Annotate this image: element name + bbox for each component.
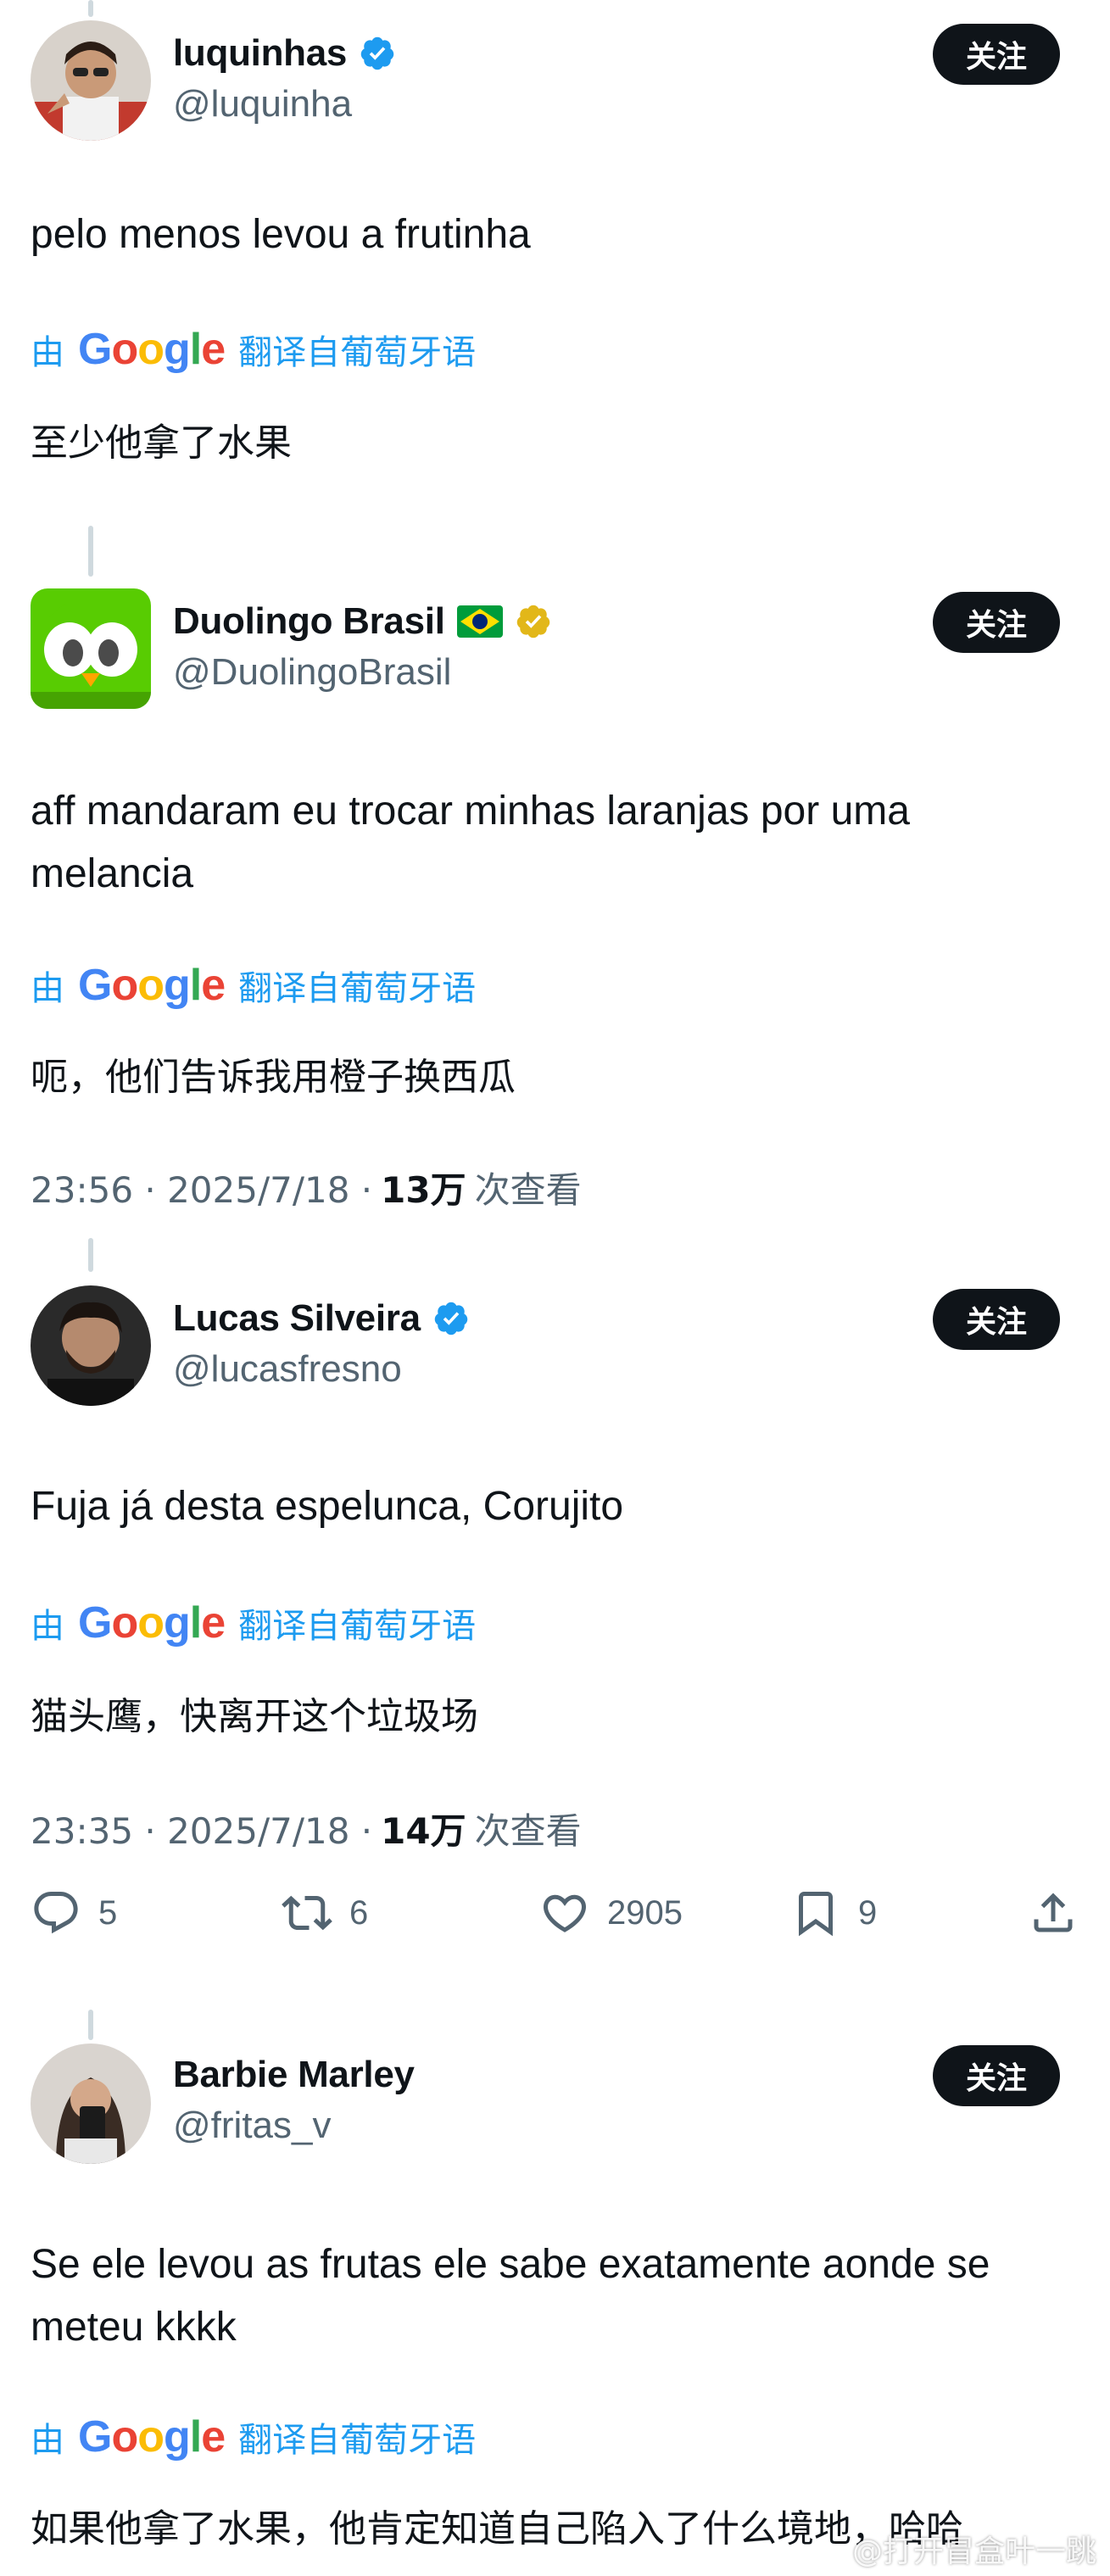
translate-prefix: 由 [31, 2421, 64, 2460]
tweet-text: Fuja já desta espelunca, Corujito [31, 1484, 624, 1529]
avatar[interactable] [31, 588, 151, 709]
thread-line [88, 2010, 93, 2040]
avatar-image [31, 20, 151, 141]
translate-suffix: 翻译自葡萄牙语 [238, 1607, 477, 1646]
handle[interactable]: @lucasfresno [173, 1348, 402, 1391]
google-logo-icon: Google [78, 325, 226, 374]
bookmark-icon [799, 1892, 833, 1937]
name-row: Barbie Marley [173, 2054, 415, 2096]
translate-attribution[interactable]: 由 Google 翻译自葡萄牙语 [31, 2412, 476, 2462]
tweet-text: pelo menos levou a frutinha [31, 212, 531, 257]
avatar[interactable] [31, 20, 151, 141]
view-label: 次查看 [474, 1810, 582, 1852]
view-count: 13万 [381, 1169, 466, 1211]
google-logo-icon: Google [78, 2412, 226, 2462]
thread-line [88, 0, 93, 17]
heart-icon [543, 1894, 587, 1932]
tweet-meta: 23:56 · 2025/7/18 · 13万 次查看 [31, 1162, 582, 1213]
verified-gold-badge-icon[interactable] [515, 603, 552, 640]
reply-icon [34, 1892, 78, 1934]
share-button[interactable] [1028, 1887, 1079, 1938]
translate-prefix: 由 [31, 969, 64, 1008]
brazil-flag-icon [456, 605, 503, 638]
reply-count: 5 [98, 1893, 118, 1932]
timestamp[interactable]: 23:35 · 2025/7/18 · [31, 1810, 372, 1852]
handle[interactable]: @luquinha [173, 83, 352, 125]
repost-count: 6 [349, 1893, 369, 1932]
translate-prefix: 由 [31, 1607, 64, 1646]
thread-line [88, 1238, 93, 1272]
translated-text: 猫头鹰，快离开这个垃圾场 [31, 1695, 478, 1738]
translate-prefix: 由 [31, 333, 64, 372]
reply-button[interactable]: 5 [31, 1887, 282, 1938]
tweet-text: Se ele levou as frutas ele sabe exatamen… [31, 2242, 990, 2350]
translate-suffix: 翻译自葡萄牙语 [238, 333, 477, 372]
like-button[interactable]: 2905 [539, 1887, 790, 1938]
translate-suffix: 翻译自葡萄牙语 [238, 2421, 477, 2460]
translate-attribution[interactable]: 由 Google 翻译自葡萄牙语 [31, 324, 476, 375]
thread-line [88, 526, 93, 577]
tweet-actions: 5 6 2905 9 [31, 1887, 1082, 1938]
translate-attribution[interactable]: 由 Google 翻译自葡萄牙语 [31, 1597, 476, 1648]
view-count: 14万 [381, 1810, 466, 1852]
translate-suffix: 翻译自葡萄牙语 [238, 969, 477, 1008]
avatar-image [31, 2044, 151, 2164]
timestamp[interactable]: 23:56 · 2025/7/18 · [31, 1169, 372, 1211]
follow-button[interactable]: 关注 [933, 1289, 1060, 1350]
avatar-image [31, 1285, 151, 1406]
handle[interactable]: @fritas_v [173, 2105, 331, 2147]
google-logo-icon: Google [78, 1598, 226, 1648]
repost-button[interactable]: 6 [282, 1887, 539, 1938]
translated-text: 呃，他们告诉我用橙子换西瓜 [31, 1056, 516, 1099]
verified-badge-icon[interactable] [359, 35, 396, 72]
tweet-barbie-marley[interactable]: Barbie Marley @fritas_v 关注 Se ele levou … [0, 1993, 1110, 2576]
display-name[interactable]: luquinhas [173, 32, 347, 75]
tweet-meta: 23:35 · 2025/7/18 · 14万 次查看 [31, 1803, 582, 1854]
like-count: 2905 [607, 1893, 683, 1932]
display-name[interactable]: Lucas Silveira [173, 1297, 421, 1340]
watermark: @打开冒盒叶一跳 [851, 2534, 1096, 2569]
follow-button[interactable]: 关注 [933, 24, 1060, 85]
verified-badge-icon[interactable] [432, 1300, 470, 1337]
translate-attribution[interactable]: 由 Google 翻译自葡萄牙语 [31, 960, 476, 1011]
repost-icon [282, 1895, 332, 1931]
share-icon [1034, 1893, 1073, 1932]
translated-text: 至少他拿了水果 [31, 421, 292, 465]
follow-button[interactable]: 关注 [933, 592, 1060, 653]
tweet-text: aff mandaram eu trocar minhas laranjas p… [31, 789, 910, 896]
view-label: 次查看 [474, 1169, 582, 1211]
handle[interactable]: @DuolingoBrasil [173, 651, 451, 694]
avatar[interactable] [31, 2044, 151, 2164]
name-row: Lucas Silveira [173, 1297, 470, 1340]
follow-button[interactable]: 关注 [933, 2045, 1060, 2106]
name-row: luquinhas [173, 32, 396, 75]
avatar[interactable] [31, 1285, 151, 1406]
bookmark-count: 9 [858, 1893, 878, 1932]
tweet-lucas-silveira[interactable]: Lucas Silveira @lucasfresno 关注 Fuja já d… [0, 1238, 1110, 1984]
display-name[interactable]: Duolingo Brasil [173, 600, 445, 643]
tweet-luquinhas[interactable]: luquinhas @luquinha 关注 pelo menos levou … [0, 0, 1110, 577]
display-name[interactable]: Barbie Marley [173, 2054, 415, 2096]
bookmark-button[interactable]: 9 [790, 1887, 1028, 1938]
name-row: Duolingo Brasil [173, 600, 552, 643]
tweet-duolingo-brasil[interactable]: Duolingo Brasil @DuolingoBrasil 关注 aff m… [0, 585, 1110, 1229]
google-logo-icon: Google [78, 961, 226, 1010]
duolingo-owl-icon [31, 588, 151, 709]
